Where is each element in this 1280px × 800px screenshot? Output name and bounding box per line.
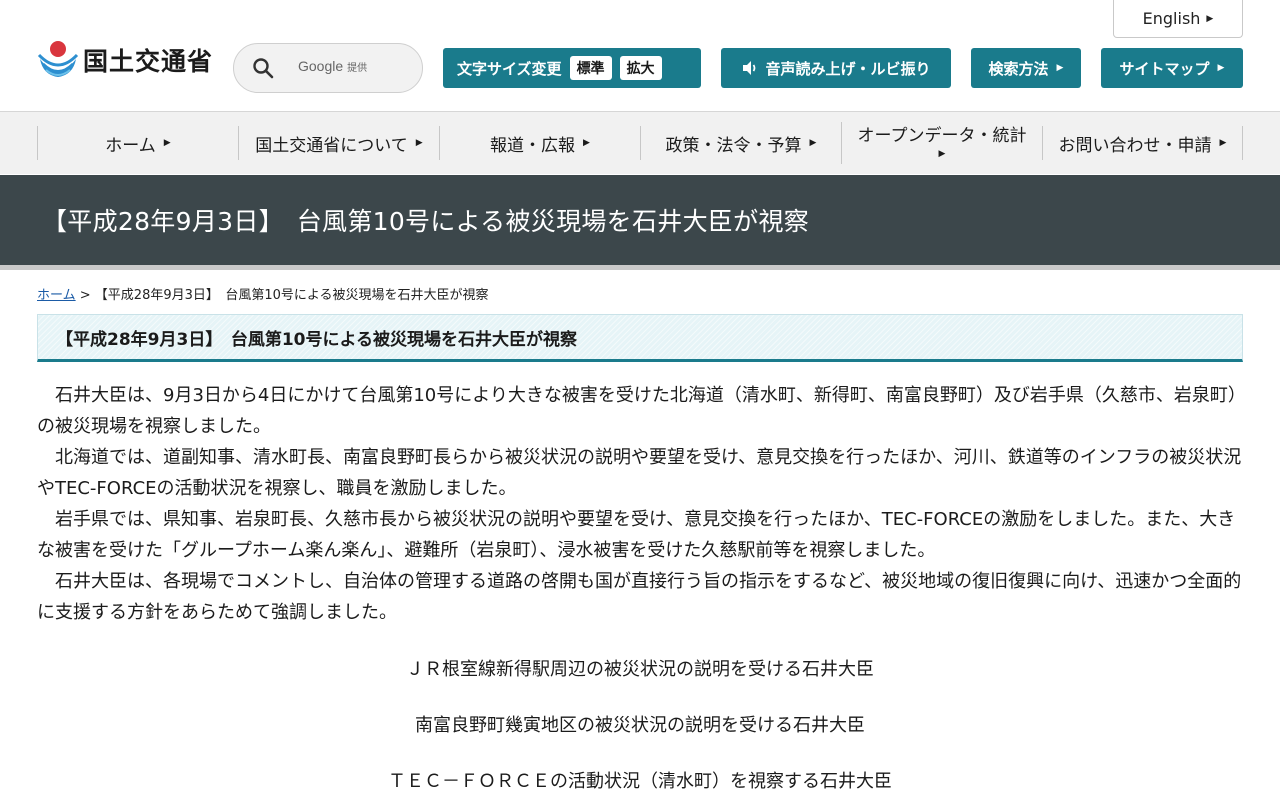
breadcrumb-current: 【平成28年9月3日】 台風第10号による被災現場を石井大臣が視察	[94, 288, 489, 303]
article-paragraph: 石井大臣は、各現場でコメントし、自治体の管理する道路の啓開も国が直接行う旨の指示…	[37, 571, 1242, 623]
triangle-right-icon: ▶	[583, 138, 590, 148]
nav-item-label: ホーム	[105, 135, 156, 156]
triangle-right-icon: ▶	[938, 148, 946, 159]
font-standard-button[interactable]: 標準	[569, 56, 612, 80]
section-heading-box: 【平成28年9月3日】 台風第10号による被災現場を石井大臣が視察	[37, 314, 1243, 362]
nav-item-opendata[interactable]: オープンデータ・統計 ▶	[841, 122, 1042, 164]
mlit-logo-icon	[37, 41, 79, 77]
page-banner: 【平成28年9月3日】 台風第10号による被災現場を石井大臣が視察	[0, 175, 1280, 270]
article-paragraph: 北海道では、道副知事、清水町長、南富良野町長らから被災状況の説明や要望を受け、意…	[37, 447, 1242, 499]
nav-item-home[interactable]: ホーム ▶	[37, 126, 238, 160]
breadcrumb-home-link[interactable]: ホーム	[37, 288, 76, 303]
nav-item-policy[interactable]: 政策・法令・予算 ▶	[640, 126, 841, 160]
sitemap-button[interactable]: サイトマップ ▶	[1101, 48, 1243, 88]
nav-item-label: 報道・広報	[490, 135, 576, 156]
photo-caption: ＴＥＣ－ＦＯＲＣＥの活動状況（清水町）を視察する石井大臣	[388, 771, 892, 792]
triangle-right-icon: ▶	[1206, 13, 1214, 24]
triangle-right-icon: ▶	[415, 138, 423, 148]
mlit-logo[interactable]: 国土交通省	[37, 37, 213, 83]
page-title: 【平成28年9月3日】 台風第10号による被災現場を石井大臣が視察	[42, 207, 810, 236]
search-google-label: Google 提供	[298, 58, 367, 74]
font-size-control: 文字サイズ変更 標準 拡大	[443, 48, 701, 88]
nav-item-label: オープンデータ・統計	[857, 126, 1027, 147]
nav-item-about[interactable]: 国土交通省について ▶	[238, 126, 439, 160]
global-nav: ホーム ▶ 国土交通省について ▶ 報道・広報 ▶ 政策・法令・予算 ▶ オープンデータ…	[0, 112, 1280, 174]
photo-caption: ＪＲ根室線新得駅周辺の被災状況の説明を受ける石井大臣	[406, 659, 874, 680]
logo-text: 国土交通省	[83, 47, 214, 76]
voice-label: 音声読み上げ・ルビ振り	[765, 59, 931, 78]
section-title: 【平成28年9月3日】 台風第10号による被災現場を石井大臣が視察	[56, 329, 577, 350]
font-size-label: 文字サイズ変更	[457, 59, 562, 78]
triangle-right-icon: ▶	[1056, 63, 1064, 73]
google-label: Google	[298, 58, 344, 74]
search-method-button[interactable]: 検索方法 ▶	[971, 48, 1081, 88]
triangle-right-icon: ▶	[163, 138, 171, 148]
article-paragraph: 石井大臣は、9月3日から4日にかけて台風第10号により大きな被害を受けた北海道（…	[37, 385, 1237, 437]
sitemap-label: サイトマップ	[1119, 59, 1210, 78]
speaker-icon	[743, 61, 756, 75]
site-header: English ▶ 国土交通省 Google 提供 文字サイズ変更 標準 拡大 音…	[0, 0, 1280, 112]
triangle-right-icon: ▶	[1219, 138, 1227, 148]
article-paragraph: 岩手県では、県知事、岩泉町長、久慈市長から被災状況の説明や要望を受け、意見交換を…	[37, 509, 1236, 561]
nav-item-label: お問い合わせ・申請	[1058, 135, 1212, 156]
english-link[interactable]: English ▶	[1113, 0, 1243, 38]
photo-caption: 南富良野町幾寅地区の被災状況の説明を受ける石井大臣	[415, 715, 865, 736]
breadcrumb: ホーム > 【平成28年9月3日】 台風第10号による被災現場を石井大臣が視察	[37, 284, 489, 303]
font-enlarge-button[interactable]: 拡大	[619, 56, 662, 80]
nav-item-press[interactable]: 報道・広報 ▶	[439, 126, 640, 160]
triangle-right-icon: ▶	[1217, 63, 1225, 73]
nav-item-contact[interactable]: お問い合わせ・申請 ▶	[1042, 126, 1243, 160]
provided-label: 提供	[347, 63, 368, 74]
article-body: 石井大臣は、9月3日から4日にかけて台風第10号により大きな被害を受けた北海道（…	[37, 380, 1243, 628]
triangle-right-icon: ▶	[809, 138, 817, 148]
search-method-label: 検索方法	[988, 59, 1049, 78]
nav-item-label: 国土交通省について	[255, 135, 408, 156]
voice-reading-button[interactable]: 音声読み上げ・ルビ振り	[721, 48, 951, 88]
breadcrumb-separator: >	[75, 288, 95, 303]
search-box[interactable]: Google 提供	[233, 43, 423, 93]
search-icon[interactable]	[252, 57, 274, 79]
nav-item-label: 政策・法令・予算	[665, 135, 802, 156]
english-label: English	[1142, 9, 1201, 28]
